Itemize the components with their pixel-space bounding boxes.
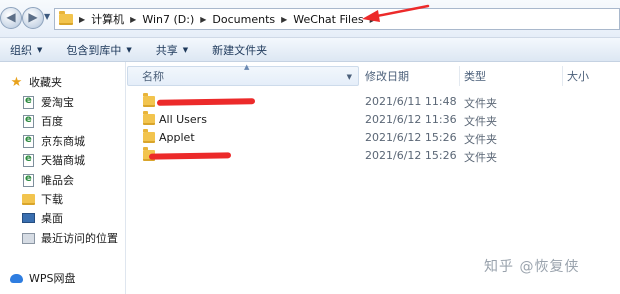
address-bar[interactable]: ▶ 计算机 ▶ Win7 (D:) ▶ Documents ▶ WeChat F… xyxy=(54,8,620,30)
breadcrumb-computer[interactable]: 计算机 xyxy=(91,11,124,27)
star-icon: ★ xyxy=(10,74,23,90)
sidebar-item-label: 最近访问的位置 xyxy=(41,232,118,245)
breadcrumb-wechat-files[interactable]: WeChat Files xyxy=(293,13,363,26)
column-header-date-label: 修改日期 xyxy=(365,70,409,83)
file-row[interactable]: All Users 2021/6/12 11:36 文件夹 xyxy=(127,111,620,129)
navigation-pane: ★ 收藏夹 爱淘宝 百度 京东商城 天猫商城 唯品会 下载 桌面 最近访问的位置… xyxy=(0,62,126,294)
column-filter-dropdown-icon[interactable]: ▼ xyxy=(347,73,352,81)
sidebar-item-recent-places[interactable]: 最近访问的位置 xyxy=(22,229,118,247)
sidebar-item-label: 京东商城 xyxy=(41,135,85,148)
include-in-library-button[interactable]: 包含到库中 ▼ xyxy=(66,42,131,58)
folder-icon xyxy=(143,111,155,125)
folder-icon xyxy=(143,129,155,143)
cloud-icon xyxy=(10,273,23,283)
dropdown-caret-icon: ▼ xyxy=(182,45,189,54)
file-date: 2021/6/12 15:26 xyxy=(365,131,457,144)
back-arrow-icon: ◀ xyxy=(6,10,16,24)
sidebar-item-label: 百度 xyxy=(41,115,63,128)
share-label: 共享 xyxy=(155,43,178,57)
web-shortcut-icon xyxy=(23,134,34,148)
column-header-date[interactable]: 修改日期 xyxy=(363,66,409,86)
redaction-mark xyxy=(148,152,232,160)
breadcrumb-chevron-icon[interactable]: ▶ xyxy=(79,15,85,24)
sidebar-favorites-label: 收藏夹 xyxy=(29,76,62,89)
dropdown-caret-icon: ▼ xyxy=(126,45,132,54)
column-header-size-label: 大小 xyxy=(567,70,589,83)
include-in-library-label: 包含到库中 xyxy=(66,43,122,57)
organize-menu-button[interactable]: 组织 ▼ xyxy=(10,42,42,58)
sidebar-item-desktop[interactable]: 桌面 xyxy=(22,209,63,227)
sidebar-wps-cloud[interactable]: WPS网盘 xyxy=(10,269,76,287)
sidebar-wps-label: WPS网盘 xyxy=(29,272,76,285)
sidebar-favorites[interactable]: ★ 收藏夹 xyxy=(10,73,62,91)
breadcrumb-drive[interactable]: Win7 (D:) xyxy=(142,13,194,26)
downloads-folder-icon xyxy=(22,193,35,205)
forward-arrow-icon: ▶ xyxy=(28,10,38,24)
recent-places-icon xyxy=(22,232,35,244)
file-row[interactable]: 2021/6/12 15:26 文件夹 xyxy=(127,147,620,165)
file-type: 文件夹 xyxy=(464,115,497,128)
address-bar-area: ◀ ▶ ▼ ▶ 计算机 ▶ Win7 (D:) ▶ Documents ▶ We… xyxy=(0,0,620,38)
file-date: 2021/6/12 11:36 xyxy=(365,113,457,126)
column-divider[interactable] xyxy=(459,66,460,86)
file-row[interactable]: Applet 2021/6/12 15:26 文件夹 xyxy=(127,129,620,147)
web-shortcut-icon xyxy=(23,114,34,128)
dropdown-caret-icon: ▼ xyxy=(37,45,43,54)
column-header-name[interactable]: ▲ 名称 ▼ xyxy=(127,63,359,86)
breadcrumb-chevron-icon[interactable]: ▶ xyxy=(200,15,206,24)
share-button[interactable]: 共享 ▼ xyxy=(156,42,188,58)
sort-ascending-icon: ▲ xyxy=(244,63,250,71)
sidebar-item-vip[interactable]: 唯品会 xyxy=(22,171,74,189)
file-date: 2021/6/11 11:48 xyxy=(365,95,457,108)
web-shortcut-icon xyxy=(23,173,34,187)
sidebar-item-label: 天猫商城 xyxy=(41,154,85,167)
watermark-text: 知乎 @恢复侠 xyxy=(484,259,580,275)
file-date: 2021/6/12 15:26 xyxy=(365,149,457,162)
column-header-name-label: 名称 xyxy=(142,70,164,83)
organize-label: 组织 xyxy=(10,43,32,57)
web-shortcut-icon xyxy=(23,95,34,109)
file-type: 文件夹 xyxy=(464,97,497,110)
breadcrumb-chevron-icon[interactable]: ▶ xyxy=(281,15,287,24)
breadcrumb-documents[interactable]: Documents xyxy=(212,13,275,26)
recent-pages-dropdown-icon[interactable]: ▼ xyxy=(44,12,50,21)
file-type: 文件夹 xyxy=(464,151,497,164)
file-name: All Users xyxy=(159,113,207,126)
sidebar-item-jd[interactable]: 京东商城 xyxy=(22,132,85,150)
file-name: Applet xyxy=(159,131,195,144)
new-folder-label: 新建文件夹 xyxy=(212,43,268,57)
sidebar-item-label: 爱淘宝 xyxy=(41,96,74,109)
sidebar-item-baidu[interactable]: 百度 xyxy=(22,112,63,130)
breadcrumb-chevron-icon[interactable]: ▶ xyxy=(130,15,136,24)
back-button[interactable]: ◀ xyxy=(0,7,22,29)
breadcrumb-chevron-icon[interactable]: ▶ xyxy=(370,15,376,24)
sidebar-item-label: 下载 xyxy=(41,193,63,206)
redaction-mark xyxy=(156,98,256,106)
file-row[interactable]: 2021/6/11 11:48 文件夹 xyxy=(127,93,620,111)
sidebar-item-tmall[interactable]: 天猫商城 xyxy=(22,151,85,169)
column-header-size[interactable]: 大小 xyxy=(565,66,589,86)
sidebar-item-label: 唯品会 xyxy=(41,174,74,187)
column-divider[interactable] xyxy=(562,66,563,86)
new-folder-button[interactable]: 新建文件夹 xyxy=(212,42,267,58)
sidebar-item-label: 桌面 xyxy=(41,212,63,225)
folder-icon xyxy=(143,93,155,107)
desktop-icon xyxy=(22,213,35,223)
sidebar-item-downloads[interactable]: 下载 xyxy=(22,190,63,208)
sidebar-item-aitaobao[interactable]: 爱淘宝 xyxy=(22,93,74,111)
command-bar: 组织 ▼ 包含到库中 ▼ 共享 ▼ 新建文件夹 xyxy=(0,38,620,62)
column-header-type[interactable]: 类型 xyxy=(462,66,486,86)
file-type: 文件夹 xyxy=(464,133,497,146)
web-shortcut-icon xyxy=(23,153,34,167)
folder-icon xyxy=(59,10,73,25)
column-header-type-label: 类型 xyxy=(464,70,486,83)
forward-button[interactable]: ▶ xyxy=(22,7,44,29)
